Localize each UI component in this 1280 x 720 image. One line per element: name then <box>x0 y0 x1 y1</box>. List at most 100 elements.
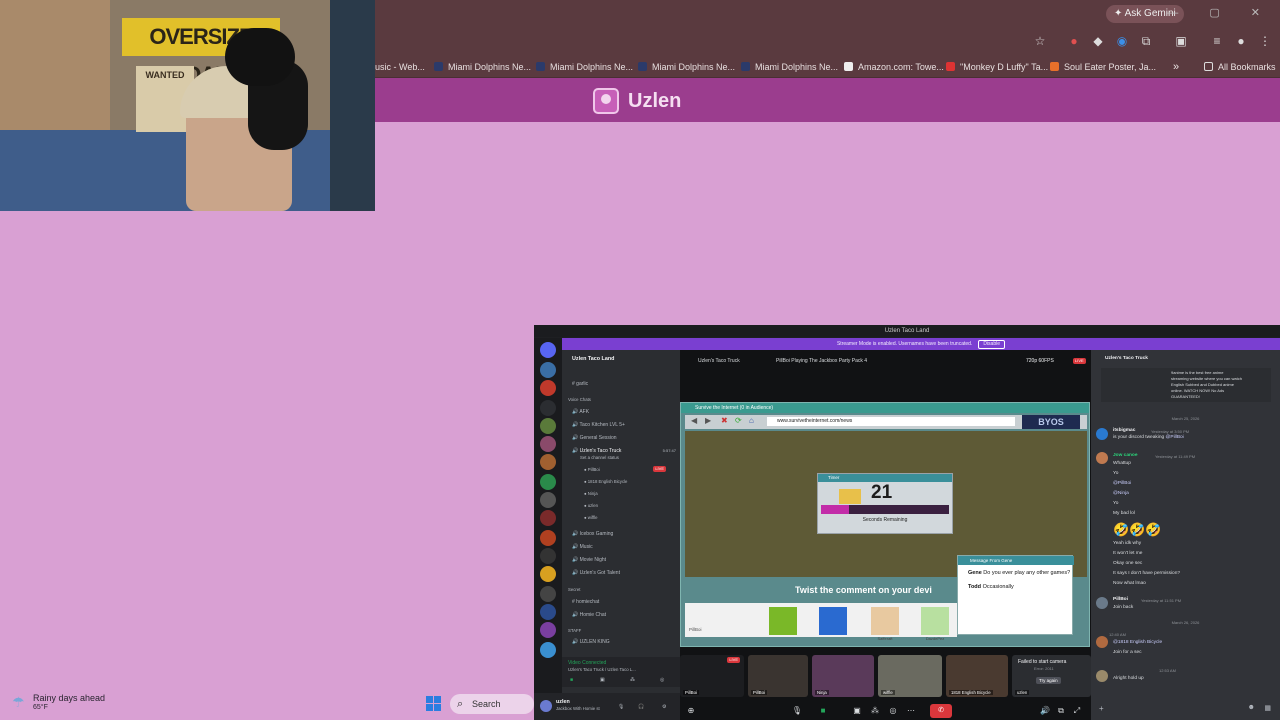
server-icon[interactable] <box>540 418 556 434</box>
voice-member-ninja[interactable]: ● Ninja <box>584 490 598 498</box>
voice-member-wiffle[interactable]: ● wiffle <box>584 514 598 522</box>
bookmark-dolphins-4[interactable]: Miami Dolphins Ne... <box>741 60 838 74</box>
voice-member-bicycle[interactable]: ● 1818 English Bicycle <box>584 478 627 486</box>
participant-tile-bicycle[interactable]: 1818 English Bicycle <box>946 655 1008 697</box>
server-icon[interactable] <box>540 622 556 638</box>
server-icon[interactable] <box>540 566 556 582</box>
soundboard-icon[interactable]: ◎ <box>660 676 664 684</box>
category-staff[interactable]: STAFF <box>568 627 581 635</box>
voice-member-pillboi[interactable]: ● PillBoi LIVE <box>584 466 666 474</box>
voice-member-uzlen[interactable]: ● uzlen <box>584 502 598 510</box>
channel-status[interactable]: Set a channel status <box>580 454 619 462</box>
message-mention[interactable]: @Ninja <box>1113 491 1129 497</box>
channel-homiechat[interactable]: # homiechat <box>572 598 599 606</box>
microphone-icon[interactable]: 🎙 <box>790 704 804 718</box>
server-name[interactable]: Uzlen Taco Land <box>572 355 614 363</box>
bookmark-dolphins-2[interactable]: Miami Dolphins Ne... <box>536 60 633 74</box>
extension-red-icon[interactable]: ● <box>1067 34 1081 48</box>
weather-rain-icon[interactable]: ☂ <box>12 694 28 710</box>
channel-homie-chat[interactable]: 🔊 Homie Chat <box>572 611 606 619</box>
message-author[interactable]: Jow canoe <box>1113 453 1138 459</box>
disable-streamer-mode-button[interactable]: Disable <box>978 340 1006 349</box>
server-icon[interactable] <box>540 642 556 658</box>
apps-icon[interactable]: ▦ <box>1264 704 1271 712</box>
channel-got-talent[interactable]: 🔊 Uzlen's Got Talent <box>572 569 620 577</box>
volume-icon[interactable]: 🔊 <box>1038 704 1052 718</box>
discord-home-icon[interactable] <box>540 342 556 358</box>
microphone-icon[interactable]: 🎙 <box>618 703 624 711</box>
bookmark-dolphins-3[interactable]: Miami Dolphins Ne... <box>638 60 735 74</box>
bookmark-dolphins-1[interactable]: Miami Dolphins Ne... <box>434 60 531 74</box>
category-secret[interactable]: Secret <box>568 586 580 594</box>
channel-garlic[interactable]: # garlic <box>572 380 588 388</box>
more-bookmarks-button[interactable]: » <box>1173 60 1179 74</box>
extensions-puzzle-icon[interactable]: ⧉ <box>1139 34 1153 48</box>
avatar[interactable] <box>1096 452 1108 464</box>
channel-movie-night[interactable]: 🔊 Movie Night <box>572 556 606 564</box>
server-icon[interactable] <box>540 510 556 526</box>
star-icon[interactable]: ☆ <box>1033 34 1047 48</box>
fullscreen-icon[interactable]: ⤢ <box>1070 704 1084 718</box>
server-icon[interactable] <box>540 604 556 620</box>
try-again-button[interactable]: Try again <box>1036 677 1061 684</box>
server-icon[interactable] <box>540 492 556 508</box>
settings-gear-icon[interactable]: ⚙ <box>662 703 666 711</box>
avatar[interactable] <box>1096 636 1108 648</box>
emoji-icon[interactable]: ☻ <box>1248 704 1255 711</box>
server-icon[interactable] <box>540 454 556 470</box>
chat-input[interactable]: + ☻ ▦ <box>1097 704 1273 716</box>
camera-icon[interactable]: ■ <box>816 704 830 718</box>
participant-tile-wiffle[interactable]: wiffle <box>878 655 942 697</box>
bookmark-amazon[interactable]: Amazon.com: Towe... <box>844 60 944 74</box>
site-logo-icon[interactable] <box>593 88 619 114</box>
tab-search-icon[interactable]: ≡ <box>1210 34 1224 48</box>
server-icon[interactable] <box>540 586 556 602</box>
message-author[interactable]: PillBoi <box>1113 597 1128 603</box>
participant-tile-ninja[interactable]: Ninja <box>812 655 874 697</box>
message-mention[interactable]: @1818 English Bicycle <box>1113 640 1162 646</box>
message-author[interactable]: itsbigmac <box>1113 428 1135 434</box>
avatar[interactable] <box>1096 597 1108 609</box>
disconnect-button[interactable]: ✆ <box>930 704 952 718</box>
taskbar-search[interactable]: ⌕ Search <box>450 694 534 714</box>
channel-afk[interactable]: 🔊 AFK <box>572 408 589 416</box>
camera-icon[interactable]: ■ <box>570 676 573 684</box>
channel-music[interactable]: 🔊 Music <box>572 543 593 551</box>
participant-tile-stream[interactable]: LIVE PillBoi <box>680 655 744 697</box>
channel-general-session[interactable]: 🔊 General Session <box>572 434 617 442</box>
extension-audio-icon[interactable]: ◉ <box>1115 34 1129 48</box>
server-icon[interactable] <box>540 436 556 452</box>
bookmark-soul-eater[interactable]: Soul Eater Poster, Ja... <box>1050 60 1156 74</box>
weather-widget[interactable]: Rainy days ahead 65°F <box>33 693 105 713</box>
menu-kebab-icon[interactable]: ⋮ <box>1258 34 1272 48</box>
server-icon[interactable] <box>540 548 556 564</box>
message-mention[interactable]: @PillBoi <box>1113 481 1131 487</box>
bookmark-music[interactable]: usic - Web... <box>375 60 425 74</box>
bookmark-luffy[interactable]: "Monkey D Luffy" Ta... <box>946 60 1048 74</box>
server-icon[interactable] <box>540 362 556 378</box>
screenshare-icon[interactable]: ▣ <box>850 704 864 718</box>
soundboard-icon[interactable]: ◎ <box>886 704 900 718</box>
headphones-icon[interactable]: 🎧 <box>638 703 644 711</box>
avatar[interactable] <box>1096 670 1108 682</box>
profile-avatar-icon[interactable]: ● <box>1234 34 1248 48</box>
activities-icon[interactable]: ⁂ <box>630 676 635 684</box>
server-icon[interactable] <box>540 400 556 416</box>
avatar[interactable] <box>1096 428 1108 440</box>
popout-icon[interactable]: ⧉ <box>1054 704 1068 718</box>
more-options-icon[interactable]: ⋯ <box>904 704 918 718</box>
activities-icon[interactable]: ⁂ <box>868 704 882 718</box>
add-user-icon[interactable]: ⊕ <box>684 704 698 718</box>
participant-tile-uzlen[interactable]: Failed to start camera Error: 2011 Try a… <box>1012 655 1091 697</box>
screenshare-icon[interactable]: ▣ <box>600 676 605 684</box>
server-icon[interactable] <box>540 530 556 546</box>
category-voice-chats[interactable]: Voice Chats <box>568 396 591 404</box>
channel-uzlen-king[interactable]: 🔊 UZLEN KING <box>572 638 610 646</box>
add-attachment-icon[interactable]: + <box>1099 704 1104 713</box>
all-bookmarks-button[interactable]: All Bookmarks <box>1204 60 1276 74</box>
channel-icebox[interactable]: 🔊 Icebox Gaming <box>572 530 613 538</box>
window-controls[interactable]: — ▢ ✕ <box>1167 6 1274 19</box>
server-icon[interactable] <box>540 474 556 490</box>
windows-start-icon[interactable] <box>426 696 442 712</box>
participant-tile-pillboi[interactable]: PillBoi <box>748 655 808 697</box>
